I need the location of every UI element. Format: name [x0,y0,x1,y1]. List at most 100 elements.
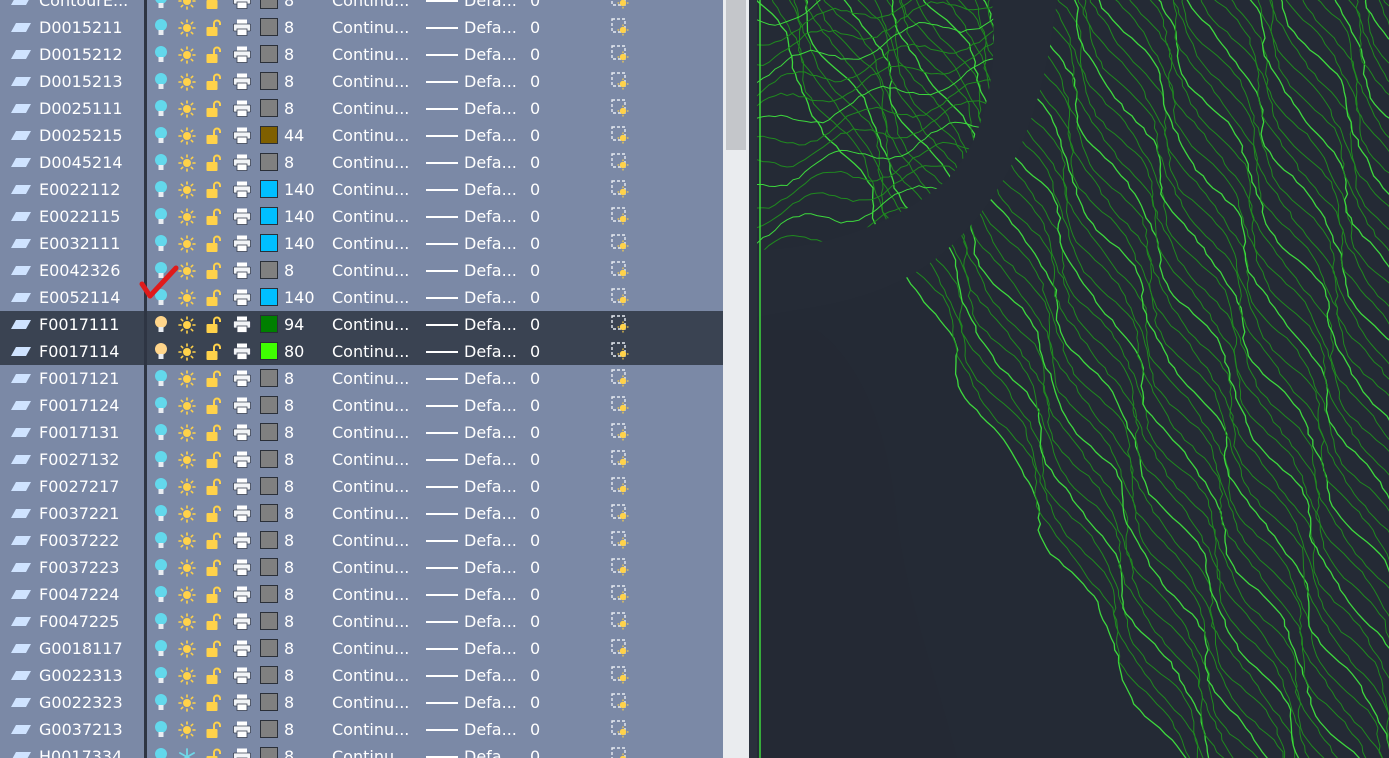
unlocked-icon[interactable] [206,748,222,758]
unlocked-icon[interactable] [206,370,222,388]
linetype[interactable]: Continu... [332,234,409,253]
sun-icon[interactable] [178,19,196,37]
color-swatch[interactable] [260,180,278,198]
new-vp-freeze-icon[interactable] [611,612,629,630]
snowflake-icon[interactable] [178,748,196,758]
color-number[interactable]: 140 [284,234,315,253]
linetype[interactable]: Continu... [332,747,409,758]
lineweight[interactable]: Defa... [464,369,517,388]
layer-name[interactable]: D0015212 [39,45,123,64]
unlocked-icon[interactable] [206,181,222,199]
color-number[interactable]: 8 [284,612,294,631]
color-number[interactable]: 8 [284,720,294,739]
transparency[interactable]: 0 [530,315,540,334]
new-vp-freeze-icon[interactable] [611,423,629,441]
printer-icon[interactable] [233,154,251,171]
lineweight[interactable]: Defa... [464,0,517,10]
sun-icon[interactable] [178,721,196,739]
linetype[interactable]: Continu... [332,693,409,712]
layer-name[interactable]: E0022115 [39,207,120,226]
sun-icon[interactable] [178,262,196,280]
layer-row[interactable]: G0022313 8 Continu... Defa... 0 [0,662,723,689]
lightbulb-icon[interactable] [154,558,168,578]
sun-icon[interactable] [178,613,196,631]
unlocked-icon[interactable] [206,559,222,577]
unlocked-icon[interactable] [206,19,222,37]
lineweight[interactable]: Defa... [464,531,517,550]
transparency[interactable]: 0 [530,477,540,496]
printer-icon[interactable] [233,613,251,630]
linetype[interactable]: Continu... [332,639,409,658]
color-swatch[interactable] [260,666,278,684]
transparency[interactable]: 0 [530,558,540,577]
color-number[interactable]: 140 [284,288,315,307]
lightbulb-icon[interactable] [154,639,168,659]
color-number[interactable]: 8 [284,0,294,10]
new-vp-freeze-icon[interactable] [611,585,629,603]
unlocked-icon[interactable] [206,262,222,280]
new-vp-freeze-icon[interactable] [611,288,629,306]
layer-name[interactable]: G0037213 [39,720,123,739]
color-swatch[interactable] [260,450,278,468]
sun-icon[interactable] [178,343,196,361]
layer-row[interactable]: F0037221 8 Continu... Defa... 0 [0,500,723,527]
lineweight[interactable]: Defa... [464,234,517,253]
lineweight[interactable]: Defa... [464,315,517,334]
lightbulb-icon[interactable] [154,18,168,38]
drawing-viewport[interactable] [757,0,1389,758]
printer-icon[interactable] [233,235,251,252]
unlocked-icon[interactable] [206,0,222,10]
color-swatch[interactable] [260,18,278,36]
lineweight[interactable]: Defa... [464,612,517,631]
color-swatch[interactable] [260,126,278,144]
lightbulb-icon[interactable] [154,207,168,227]
printer-icon[interactable] [233,640,251,657]
lineweight[interactable]: Defa... [464,207,517,226]
linetype[interactable]: Continu... [332,585,409,604]
printer-icon[interactable] [233,694,251,711]
printer-icon[interactable] [233,397,251,414]
color-swatch[interactable] [260,396,278,414]
color-number[interactable]: 8 [284,477,294,496]
layer-row[interactable]: D0025111 8 Continu... Defa... 0 [0,95,723,122]
lightbulb-icon[interactable] [154,342,168,362]
new-vp-freeze-icon[interactable] [611,207,629,225]
layer-row[interactable]: F0017111 94 Continu... Defa... 0 [0,311,723,338]
pane-splitter[interactable] [749,0,757,758]
layer-name[interactable]: E0042326 [39,261,120,280]
printer-icon[interactable] [233,721,251,738]
sun-icon[interactable] [178,559,196,577]
lineweight[interactable]: Defa... [464,423,517,442]
lineweight[interactable]: Defa... [464,504,517,523]
sun-icon[interactable] [178,478,196,496]
new-vp-freeze-icon[interactable] [611,234,629,252]
layer-name[interactable]: F0027217 [39,477,119,496]
color-number[interactable]: 140 [284,180,315,199]
transparency[interactable]: 0 [530,612,540,631]
layer-name[interactable]: D0045214 [39,153,123,172]
unlocked-icon[interactable] [206,505,222,523]
lightbulb-icon[interactable] [154,612,168,632]
color-number[interactable]: 94 [284,315,304,334]
printer-icon[interactable] [233,505,251,522]
unlocked-icon[interactable] [206,100,222,118]
color-number[interactable]: 80 [284,342,304,361]
layer-row[interactable]: F0027132 8 Continu... Defa... 0 [0,446,723,473]
lightbulb-icon[interactable] [154,585,168,605]
new-vp-freeze-icon[interactable] [611,99,629,117]
sun-icon[interactable] [178,424,196,442]
layer-name[interactable]: E0032111 [39,234,120,253]
layer-name[interactable]: ContourE... [39,0,128,10]
linetype[interactable]: Continu... [332,315,409,334]
lightbulb-icon[interactable] [154,45,168,65]
linetype[interactable]: Continu... [332,720,409,739]
sun-icon[interactable] [178,73,196,91]
transparency[interactable]: 0 [530,423,540,442]
transparency[interactable]: 0 [530,180,540,199]
unlocked-icon[interactable] [206,289,222,307]
unlocked-icon[interactable] [206,127,222,145]
layer-row[interactable]: E0022115 140 Continu... Defa... 0 [0,203,723,230]
linetype[interactable]: Continu... [332,72,409,91]
layer-row[interactable]: F0017114 80 Continu... Defa... 0 [0,338,723,365]
color-number[interactable]: 8 [284,666,294,685]
